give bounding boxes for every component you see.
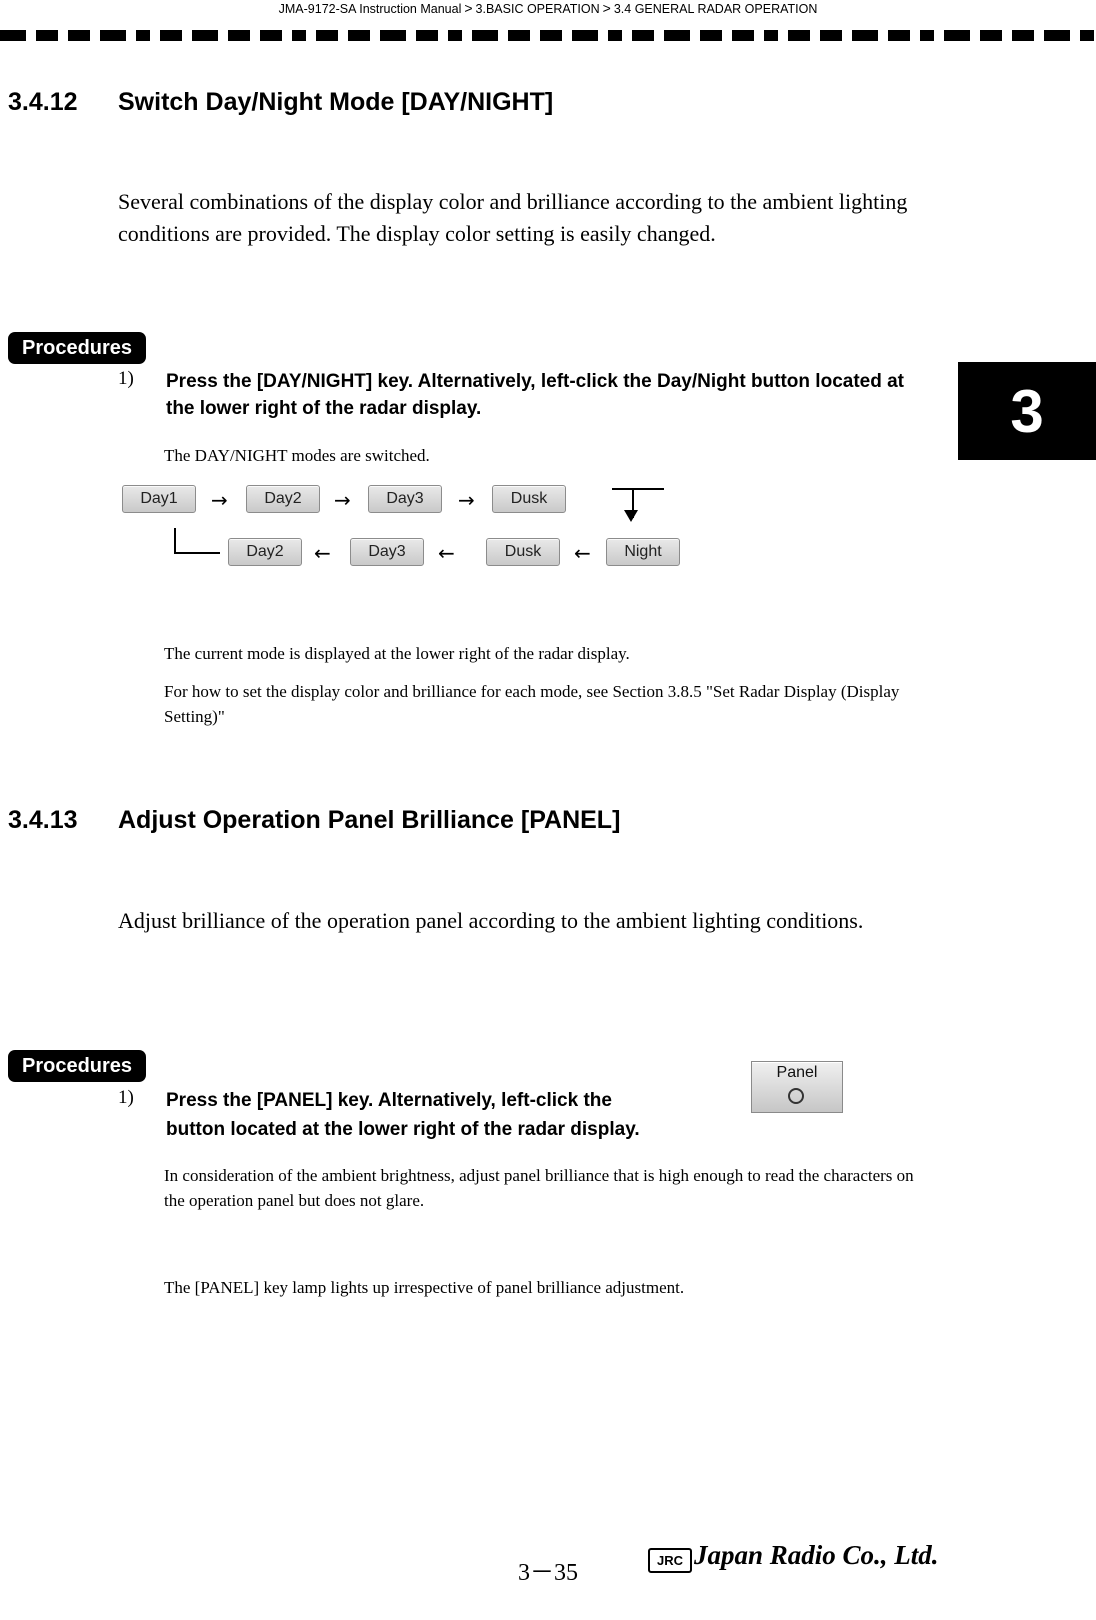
header-rule-dash — [764, 30, 778, 41]
step-number-1a: 1) — [118, 368, 134, 389]
header-rule-dash — [136, 30, 150, 41]
header-rule-dash — [416, 30, 438, 41]
step-number-1b: 1) — [118, 1087, 134, 1108]
section-number-3-4-12: 3.4.12 — [8, 88, 78, 116]
mode-button-dusk-row2[interactable]: Dusk — [486, 538, 560, 566]
panel-button-label: Panel — [776, 1064, 818, 1081]
section-number-3-4-13: 3.4.13 — [8, 806, 78, 834]
flow-arrow-right-3: → — [458, 488, 475, 512]
step-text-1b-part2: button located at the lower right of the… — [166, 1119, 640, 1140]
section-intro-3-4-13: Adjust brilliance of the operation panel… — [118, 908, 864, 933]
note-see-section-385: For how to set the display color and bri… — [164, 682, 900, 726]
header-rule-dash — [732, 30, 754, 41]
note-current-mode: The current mode is displayed at the low… — [164, 644, 630, 663]
section-title-3-4-12: Switch Day/Night Mode [DAY/NIGHT] — [118, 88, 554, 116]
header-rule-dash — [1012, 30, 1034, 41]
step-text-1a: Press the [DAY/NIGHT] key. Alternatively… — [166, 371, 904, 419]
header-rule-dash — [1080, 30, 1094, 41]
header-rule-dash — [292, 30, 306, 41]
mode-button-night[interactable]: Night — [606, 538, 680, 566]
header-rule-dash — [192, 30, 218, 41]
header-rule-dash — [944, 30, 970, 41]
header-breadcrumb: JMA-9172-SA Instruction Manual >3.BASIC O… — [0, 0, 1096, 16]
note-modes-switched: The DAY/NIGHT modes are switched. — [164, 446, 430, 465]
header-rule-dash — [100, 30, 126, 41]
flow-arrow-left-1: ← — [314, 541, 331, 565]
flow-arrow-right-1: → — [211, 488, 228, 512]
header-rule-dash — [888, 30, 910, 41]
header-rule-dash — [1044, 30, 1070, 41]
header-rule-dash — [68, 30, 90, 41]
header-rule-dash — [472, 30, 498, 41]
header-rule-dash — [448, 30, 462, 41]
header-manual-title: JMA-9172-SA Instruction Manual — [278, 2, 462, 16]
note-panel-key-lamp: The [PANEL] key lamp lights up irrespect… — [164, 1278, 685, 1297]
mode-button-day2-row2[interactable]: Day2 — [228, 538, 302, 566]
header-rule-dash — [228, 30, 250, 41]
header-rule-dash — [160, 30, 182, 41]
header-rule-dash — [632, 30, 654, 41]
page-header: JMA-9172-SA Instruction Manual >3.BASIC O… — [0, 0, 1096, 50]
mode-button-day3-row1[interactable]: Day3 — [368, 485, 442, 513]
header-rule-dash — [788, 30, 810, 41]
header-crumb-section: 3.4 GENERAL RADAR OPERATION — [613, 2, 818, 16]
procedures-label-2: Procedures — [8, 1050, 147, 1082]
header-rule-dash — [0, 30, 26, 41]
mode-button-day2-row1[interactable]: Day2 — [246, 485, 320, 513]
note-panel-brilliance: In consideration of the ambient brightne… — [164, 1166, 914, 1210]
header-rule-dash — [380, 30, 406, 41]
flow-connector-left-vertical — [174, 528, 176, 554]
chapter-tab: 3 — [958, 362, 1096, 460]
circle-icon — [788, 1088, 804, 1104]
header-rule-dash — [348, 30, 370, 41]
flow-arrow-left-2: ← — [438, 541, 455, 565]
panel-button-graphic[interactable]: Panel — [751, 1061, 843, 1113]
header-rule-dash — [664, 30, 690, 41]
header-rule-dash — [316, 30, 338, 41]
flow-connector-top-right — [612, 488, 664, 490]
flow-arrowhead-down — [624, 510, 638, 522]
flow-arrow-right-2: → — [334, 488, 351, 512]
header-rule-dash — [820, 30, 842, 41]
company-name: Japan Radio Co., Ltd. — [694, 1540, 939, 1570]
header-rule-dash — [540, 30, 562, 41]
header-rule-dash — [700, 30, 722, 41]
header-rule-dash — [920, 30, 934, 41]
header-rule-dash — [572, 30, 598, 41]
header-rule-dash — [260, 30, 282, 41]
mode-button-day1[interactable]: Day1 — [122, 485, 196, 513]
header-crumb-chapter: 3.BASIC OPERATION — [475, 2, 600, 16]
header-rule-dash — [980, 30, 1002, 41]
flow-connector-bottom-left — [174, 552, 220, 554]
section-intro-3-4-12: Several combinations of the display colo… — [118, 189, 908, 246]
mode-button-day3-row2[interactable]: Day3 — [350, 538, 424, 566]
header-rule-dash — [508, 30, 530, 41]
jrc-logo-mark: JRC — [648, 1548, 692, 1573]
step-text-1b-part1: Press the [PANEL] key. Alternatively, le… — [166, 1090, 612, 1111]
header-dashed-rule — [0, 30, 1096, 41]
breadcrumb-separator-2: > — [602, 0, 611, 16]
breadcrumb-separator-1: > — [464, 0, 473, 16]
section-title-3-4-13: Adjust Operation Panel Brilliance [PANEL… — [118, 806, 621, 834]
header-rule-dash — [608, 30, 622, 41]
header-rule-dash — [36, 30, 58, 41]
header-rule-dash — [852, 30, 878, 41]
procedures-label-1: Procedures — [8, 332, 147, 364]
mode-button-dusk-row1[interactable]: Dusk — [492, 485, 566, 513]
flow-arrow-left-3: ← — [574, 541, 591, 565]
